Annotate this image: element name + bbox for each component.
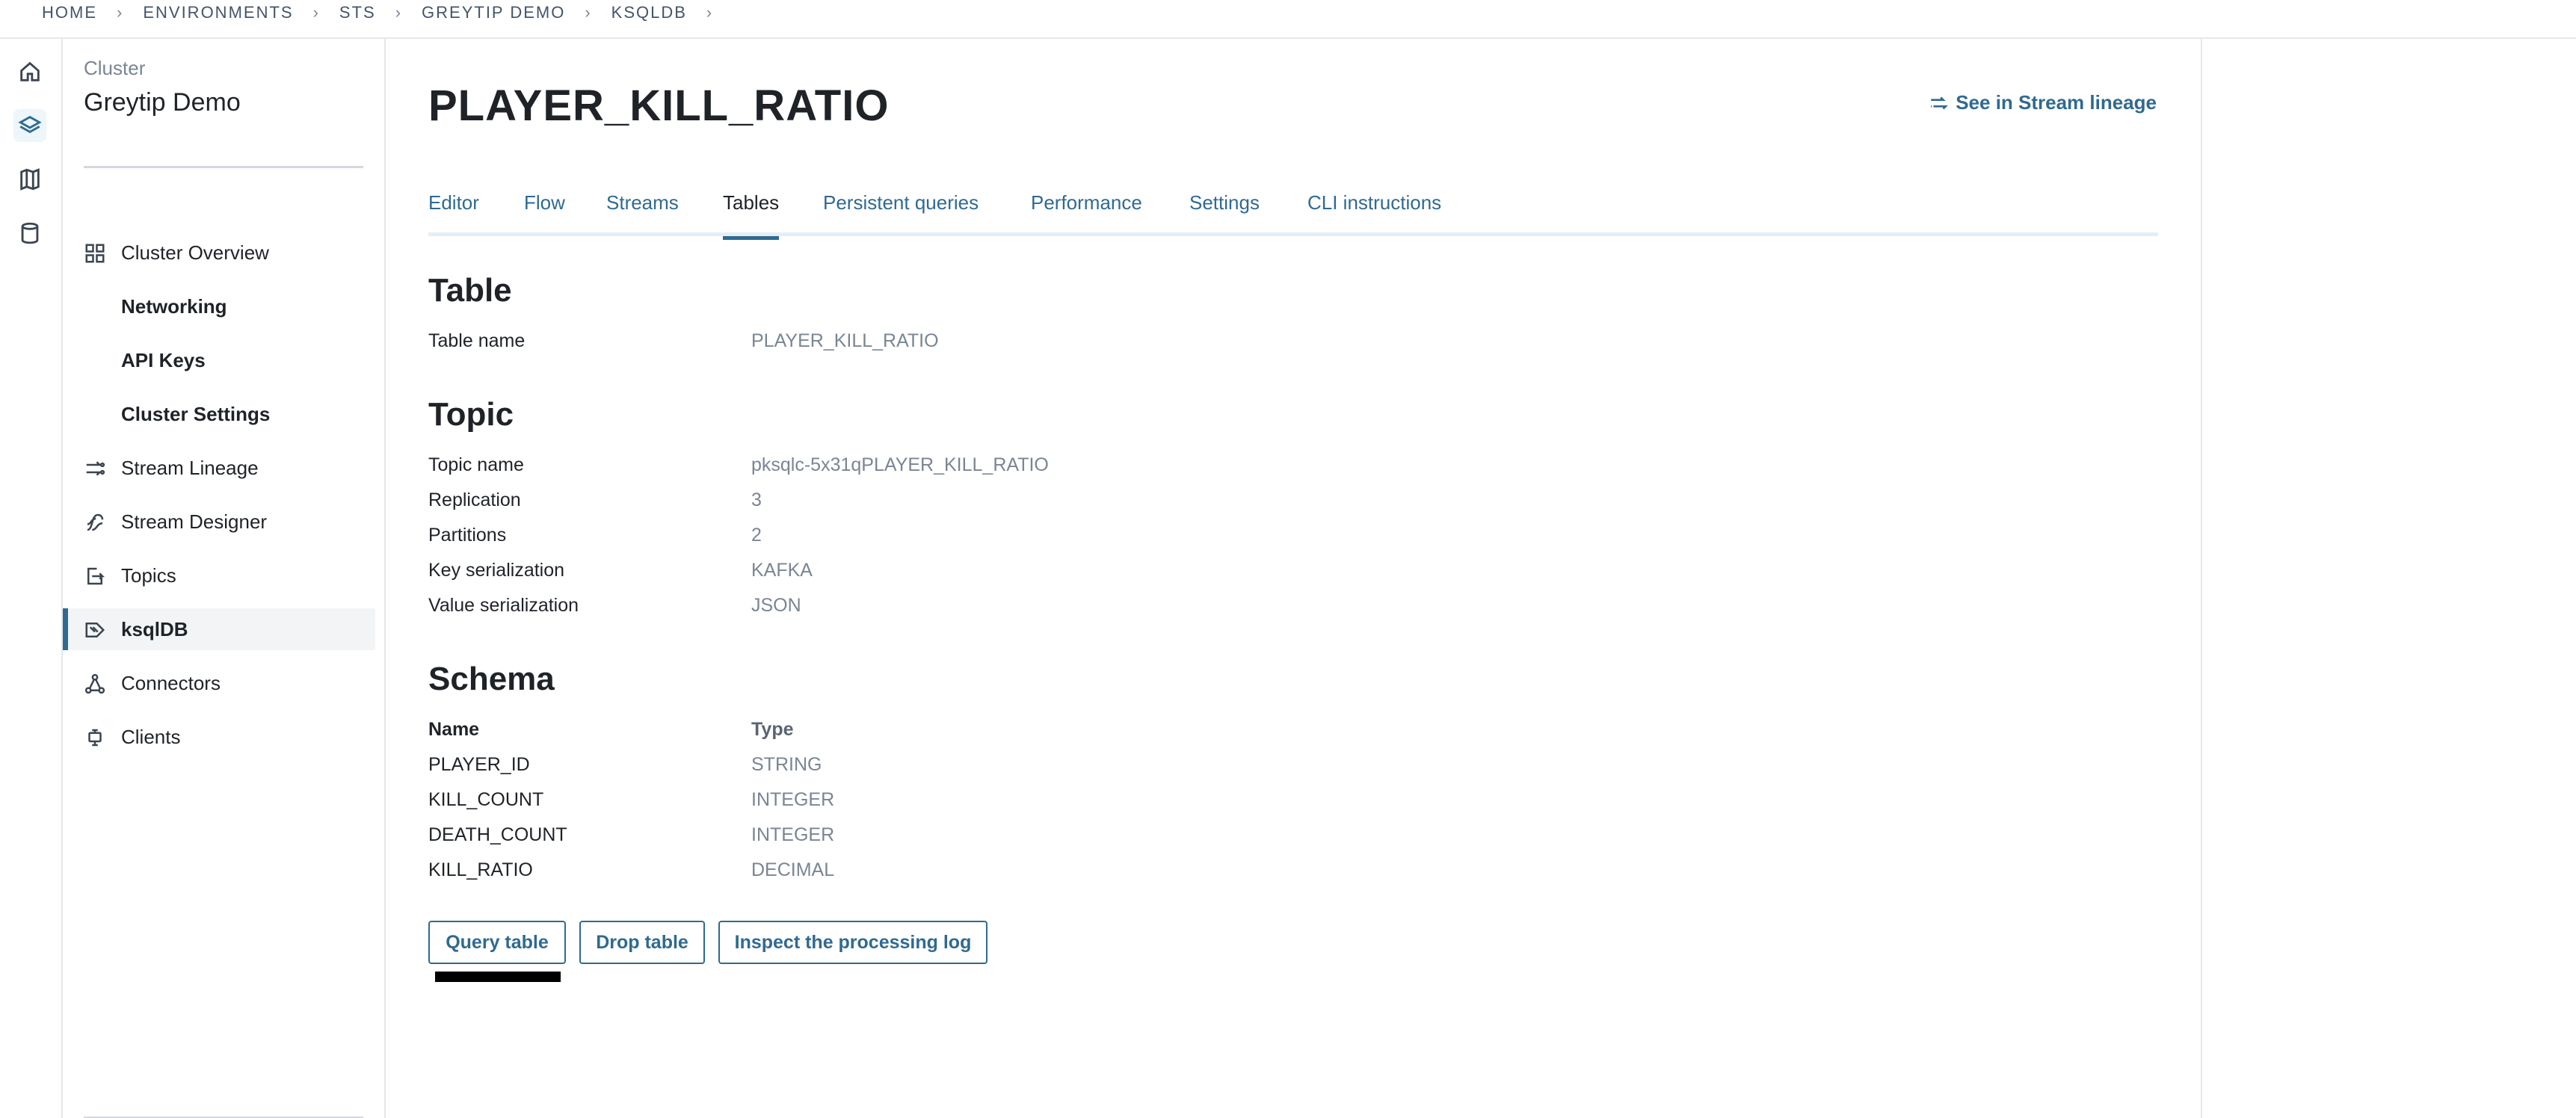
map-icon[interactable] xyxy=(13,163,46,196)
sidebar-item-label: Cluster Settings xyxy=(121,402,271,425)
database-icon[interactable] xyxy=(13,217,46,250)
sidebar-item-connectors[interactable]: Connectors xyxy=(63,662,375,704)
topic-section-heading: Topic xyxy=(428,396,514,433)
key-serialization-value: KAFKA xyxy=(751,560,813,581)
see-in-stream-lineage-link[interactable]: See in Stream lineage xyxy=(1929,91,2157,114)
schema-column-type: Type xyxy=(751,719,794,740)
icon-rail xyxy=(0,39,63,1118)
schema-row-name: KILL_RATIO xyxy=(428,859,533,880)
inspect-processing-log-button[interactable]: Inspect the processing log xyxy=(718,921,987,964)
key-serialization-label: Key serialization xyxy=(428,560,565,581)
partitions-value: 2 xyxy=(751,525,762,546)
sidebar-divider xyxy=(84,166,363,168)
connector-icon xyxy=(84,673,106,695)
chevron-right-icon: › xyxy=(706,3,714,22)
chevron-right-icon: › xyxy=(312,3,320,22)
lineage-link-label: See in Stream lineage xyxy=(1956,91,2157,114)
value-serialization-label: Value serialization xyxy=(428,595,579,616)
lineage-icon xyxy=(1931,96,1949,110)
topic-icon xyxy=(84,565,106,587)
table-name-value: PLAYER_KILL_RATIO xyxy=(751,330,939,351)
replication-label: Replication xyxy=(428,489,521,510)
schema-row-type: STRING xyxy=(751,754,822,775)
sidebar-item-label: Cluster Overview xyxy=(121,241,269,264)
schema-row-type: INTEGER xyxy=(751,789,835,810)
tab-cli-instructions[interactable]: CLI instructions xyxy=(1307,191,1441,236)
breadcrumb-home[interactable]: HOME xyxy=(42,3,97,22)
page-title: PLAYER_KILL_RATIO xyxy=(428,81,890,130)
value-serialization-value: JSON xyxy=(751,595,801,616)
tab-editor[interactable]: Editor xyxy=(428,191,479,236)
topic-name-value: pksqlc-5x31qPLAYER_KILL_RATIO xyxy=(751,454,1049,475)
sidebar-item-label: ksqlDB xyxy=(121,617,188,640)
sidebar-item-label: Connectors xyxy=(121,671,221,694)
main-content: PLAYER_KILL_RATIO See in Stream lineage … xyxy=(386,39,2202,1118)
sidebar-item-label: Topics xyxy=(121,563,176,587)
schema-row-name: PLAYER_ID xyxy=(428,754,530,775)
sidebar-item-clients[interactable]: Clients xyxy=(63,716,375,758)
sidebar-item-stream-designer[interactable]: Stream Designer xyxy=(63,501,375,543)
home-icon[interactable] xyxy=(13,55,46,88)
tab-settings[interactable]: Settings xyxy=(1189,191,1260,236)
chevron-right-icon: › xyxy=(395,3,403,22)
schema-row-type: DECIMAL xyxy=(751,859,835,880)
sidebar-item-cluster-overview[interactable]: Cluster Overview xyxy=(63,232,375,274)
sidebar-item-label: Clients xyxy=(121,725,181,748)
sidebar-item-topics[interactable]: Topics xyxy=(63,555,375,596)
replication-value: 3 xyxy=(751,489,762,510)
query-table-button[interactable]: Query table xyxy=(428,921,566,964)
drop-table-button[interactable]: Drop table xyxy=(579,921,705,964)
breadcrumb-sts[interactable]: STS xyxy=(339,3,376,22)
chevron-right-icon: › xyxy=(117,3,124,22)
grid-icon xyxy=(84,242,106,265)
sidebar-item-label: Stream Designer xyxy=(121,510,268,533)
tab-bar: Editor Flow Streams Tables Persistent qu… xyxy=(428,191,2158,240)
sidebar-item-label: API Keys xyxy=(121,348,206,371)
layers-icon[interactable] xyxy=(13,109,46,142)
tab-persistent-queries[interactable]: Persistent queries xyxy=(823,191,979,236)
sidebar-cluster-name: Greytip Demo xyxy=(84,88,241,117)
sidebar-item-stream-lineage[interactable]: Stream Lineage xyxy=(63,447,375,489)
schema-row-type: INTEGER xyxy=(751,824,835,845)
partitions-label: Partitions xyxy=(428,525,507,546)
sidebar-item-networking[interactable]: Networking xyxy=(63,285,375,327)
sidebar-item-label: Networking xyxy=(121,294,227,318)
sidebar-item-api-keys[interactable]: API Keys xyxy=(63,339,375,381)
schema-row-name: DEATH_COUNT xyxy=(428,824,567,845)
tab-tables[interactable]: Tables xyxy=(723,191,780,240)
sidebar-item-label: Stream Lineage xyxy=(121,456,259,479)
schema-row-name: KILL_COUNT xyxy=(428,789,544,810)
sidebar-item-ksqldb[interactable]: ksqlDB xyxy=(63,608,375,650)
tab-performance[interactable]: Performance xyxy=(1031,191,1142,236)
lineage-icon xyxy=(84,457,106,480)
breadcrumb-greytip-demo[interactable]: GREYTIP DEMO xyxy=(422,3,565,22)
cluster-sidebar: Cluster Greytip Demo Cluster Overview Ne… xyxy=(63,39,386,1118)
tab-flow[interactable]: Flow xyxy=(524,191,565,236)
breadcrumb-environments[interactable]: ENVIRONMENTS xyxy=(143,3,293,22)
sidebar-item-cluster-settings[interactable]: Cluster Settings xyxy=(63,393,375,435)
stream-designer-icon xyxy=(84,511,106,534)
schema-section-heading: Schema xyxy=(428,661,555,697)
table-name-label: Table name xyxy=(428,330,526,351)
topic-name-label: Topic name xyxy=(428,454,524,475)
sidebar-cluster-label: Cluster xyxy=(84,57,146,79)
client-icon xyxy=(84,726,106,749)
breadcrumb-ksqldb[interactable]: KSQLDB xyxy=(611,3,687,22)
redaction-bar xyxy=(435,972,561,982)
breadcrumb: HOME › ENVIRONMENTS › STS › GREYTIP DEMO… xyxy=(42,3,733,22)
chevron-right-icon: › xyxy=(585,3,592,22)
table-section-heading: Table xyxy=(428,272,512,309)
schema-column-name: Name xyxy=(428,719,480,740)
ksqldb-icon xyxy=(84,619,106,641)
top-bar: HOME › ENVIRONMENTS › STS › GREYTIP DEMO… xyxy=(0,0,2576,39)
tab-streams[interactable]: Streams xyxy=(606,191,679,236)
